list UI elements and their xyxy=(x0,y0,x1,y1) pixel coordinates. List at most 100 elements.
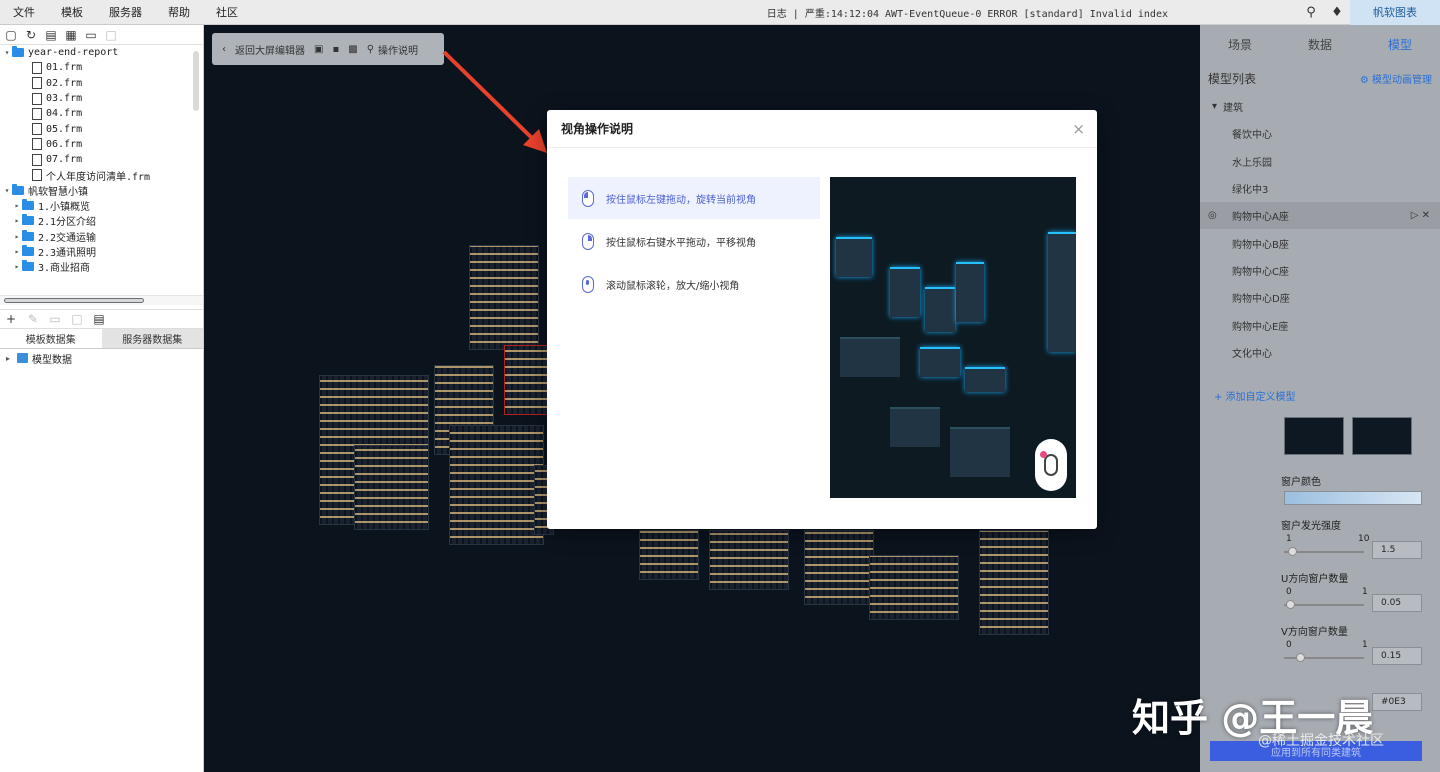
chevron-right-icon[interactable]: ▸ xyxy=(12,216,22,225)
clipboard-icon[interactable]: ▩ xyxy=(348,44,357,55)
glow-slider-knob[interactable] xyxy=(1288,547,1297,556)
op-zoom-label: 滚动鼠标滚轮，放大/缩小视角 xyxy=(606,280,740,292)
model-action-icons[interactable]: ▷ ✕ xyxy=(1411,210,1430,221)
tab-template-dataset[interactable]: 模板数据集 xyxy=(0,329,102,349)
model-list-header: 模型列表 ⚙ 模型动画管理 xyxy=(1200,63,1440,93)
tree-label: 02.frm xyxy=(46,77,83,89)
tree-row[interactable]: 07.frm xyxy=(0,152,203,167)
brand-button[interactable]: 帆软图表 xyxy=(1350,0,1440,25)
database-icon xyxy=(17,353,28,363)
chevron-right-icon[interactable]: ▸ xyxy=(12,247,22,256)
tree-row[interactable]: ▸ 2.3通讯照明 xyxy=(0,244,203,259)
preview-building xyxy=(925,287,955,332)
chevron-down-icon[interactable]: ▾ xyxy=(1212,101,1217,112)
tab-scene[interactable]: 场景 xyxy=(1200,25,1280,63)
v-input[interactable]: 0.15 xyxy=(1372,647,1422,665)
model-item[interactable]: 购物中心D座 xyxy=(1200,284,1440,311)
template-icon[interactable]: ▦ xyxy=(64,28,78,42)
window-color-label: 窗户颜色 xyxy=(1281,477,1321,488)
tree-row[interactable]: ▸ 2.2交通运输 xyxy=(0,229,203,244)
back-to-editor-button[interactable]: 返回大屏编辑器 xyxy=(235,42,305,57)
tree-row[interactable]: 个人年度访问清单.frm xyxy=(0,167,203,183)
add-custom-model-button[interactable]: + 添加自定义模型 xyxy=(1200,383,1440,407)
copy-icon[interactable]: □ xyxy=(104,28,118,42)
menu-server[interactable]: 服务器 xyxy=(96,4,155,20)
glow-input[interactable]: 1.5 xyxy=(1372,541,1422,559)
menu-community[interactable]: 社区 xyxy=(203,4,251,20)
chevron-left-icon[interactable]: ‹ xyxy=(222,44,226,55)
delete-dataset-icon[interactable]: ▭ xyxy=(48,312,62,326)
open-icon[interactable]: ▤ xyxy=(44,28,58,42)
operation-list: 按住鼠标左键拖动，旋转当前视角 按住鼠标右键水平拖动，平移视角 滚动鼠标滚轮，放… xyxy=(568,177,820,306)
tree-row[interactable]: ▸ 2.1分区介绍 xyxy=(0,213,203,228)
refresh-icon[interactable]: ↻ xyxy=(24,28,38,42)
op-rotate[interactable]: 按住鼠标左键拖动，旋转当前视角 xyxy=(568,177,820,219)
op-rotate-label: 按住鼠标左键拖动，旋转当前视角 xyxy=(606,194,756,206)
building xyxy=(639,530,699,580)
chevron-down-icon[interactable]: ▾ xyxy=(2,186,12,195)
delete-icon[interactable]: ▭ xyxy=(84,28,98,42)
chevron-right-icon[interactable]: ▸ xyxy=(12,201,22,210)
tree-row[interactable]: ▸ 1.小镇概览 xyxy=(0,198,203,213)
help-button[interactable]: 操作说明 xyxy=(378,42,418,57)
preview-building xyxy=(890,407,940,447)
server-dataset-icon[interactable]: ▤ xyxy=(92,312,106,326)
chevron-down-icon[interactable]: ▾ xyxy=(2,48,12,57)
camera-icon[interactable]: ▪ xyxy=(332,44,339,55)
model-item[interactable]: 绿化中3 xyxy=(1200,175,1440,202)
op-pan[interactable]: 按住鼠标右键水平拖动，平移视角 xyxy=(568,220,820,262)
tree-row[interactable]: 01.frm xyxy=(0,60,203,75)
model-item[interactable]: 购物中心B座 xyxy=(1200,229,1440,256)
color-hex-input[interactable]: #0E3 xyxy=(1372,693,1422,711)
tree-row[interactable]: 02.frm xyxy=(0,76,203,91)
op-zoom[interactable]: 滚动鼠标滚轮，放大/缩小视角 xyxy=(568,263,820,305)
v-slider-knob[interactable] xyxy=(1296,653,1305,662)
mouse-right-icon xyxy=(582,232,594,250)
menu-help[interactable]: 帮助 xyxy=(155,4,203,20)
window-color-picker[interactable] xyxy=(1284,491,1422,505)
menu-file[interactable]: 文件 xyxy=(0,4,48,20)
u-slider[interactable] xyxy=(1284,604,1364,606)
u-slider-knob[interactable] xyxy=(1286,600,1295,609)
model-item[interactable]: 水上乐园 xyxy=(1200,148,1440,175)
eye-off-icon[interactable]: ◎ xyxy=(1208,210,1217,221)
model-item[interactable]: 餐饮中心 xyxy=(1200,120,1440,147)
edit-icon[interactable]: ✎ xyxy=(26,312,40,326)
bulb-icon[interactable]: ⚲ xyxy=(367,44,374,55)
expand-arrow-icon[interactable]: ▸ xyxy=(3,354,13,363)
chevron-right-icon[interactable]: ▸ xyxy=(12,262,22,271)
tree-horizontal-scrollbar[interactable] xyxy=(0,295,203,305)
bell-icon[interactable]: ♦ xyxy=(1324,0,1350,25)
preview-icon[interactable]: □ xyxy=(70,312,84,326)
tree-row[interactable]: ▾ 帆软智慧小镇 xyxy=(0,183,203,198)
texture-thumb-2[interactable] xyxy=(1352,417,1412,455)
tree-vertical-scrollbar[interactable] xyxy=(193,51,199,111)
new-folder-icon[interactable]: ▢ xyxy=(4,28,18,42)
close-icon[interactable]: × xyxy=(1072,120,1085,138)
tree-row[interactable]: 03.frm xyxy=(0,91,203,106)
model-item[interactable]: 购物中心C座 xyxy=(1200,257,1440,284)
tree-row[interactable]: ▸ 3.商业招商 xyxy=(0,259,203,274)
texture-thumb-1[interactable] xyxy=(1284,417,1344,455)
tab-server-dataset[interactable]: 服务器数据集 xyxy=(101,329,203,349)
model-item[interactable]: 文化中心 xyxy=(1200,339,1440,366)
tree-row[interactable]: ▾ year-end-report xyxy=(0,45,203,60)
tree-row[interactable]: 05.frm xyxy=(0,121,203,136)
model-group[interactable]: ▾ 建筑 xyxy=(1200,93,1440,120)
add-icon[interactable]: + xyxy=(4,312,18,326)
tree-row[interactable]: 06.frm xyxy=(0,137,203,152)
model-item[interactable]: 购物中心E座 xyxy=(1200,311,1440,338)
layer-icon[interactable]: ▣ xyxy=(314,44,323,55)
chevron-right-icon[interactable]: ▸ xyxy=(12,232,22,241)
log-status[interactable]: 日志 | 严重:14:12:04 AWT-EventQueue-0 ERROR … xyxy=(767,5,1168,20)
tree-row[interactable]: 04.frm xyxy=(0,106,203,121)
model-anim-link[interactable]: ⚙ 模型动画管理 xyxy=(1360,71,1432,86)
tab-data[interactable]: 数据 xyxy=(1280,25,1360,63)
menu-template[interactable]: 模板 xyxy=(48,4,96,20)
search-icon[interactable]: ⚲ xyxy=(1298,0,1324,25)
dataset-item[interactable]: ▸ 模型数据 xyxy=(0,349,203,367)
op-pan-label: 按住鼠标右键水平拖动，平移视角 xyxy=(606,237,756,249)
u-input[interactable]: 0.05 xyxy=(1372,594,1422,612)
tab-model[interactable]: 模型 xyxy=(1360,25,1440,63)
model-item[interactable]: ◎ ▷ ✕ 购物中心A座 xyxy=(1200,202,1440,230)
